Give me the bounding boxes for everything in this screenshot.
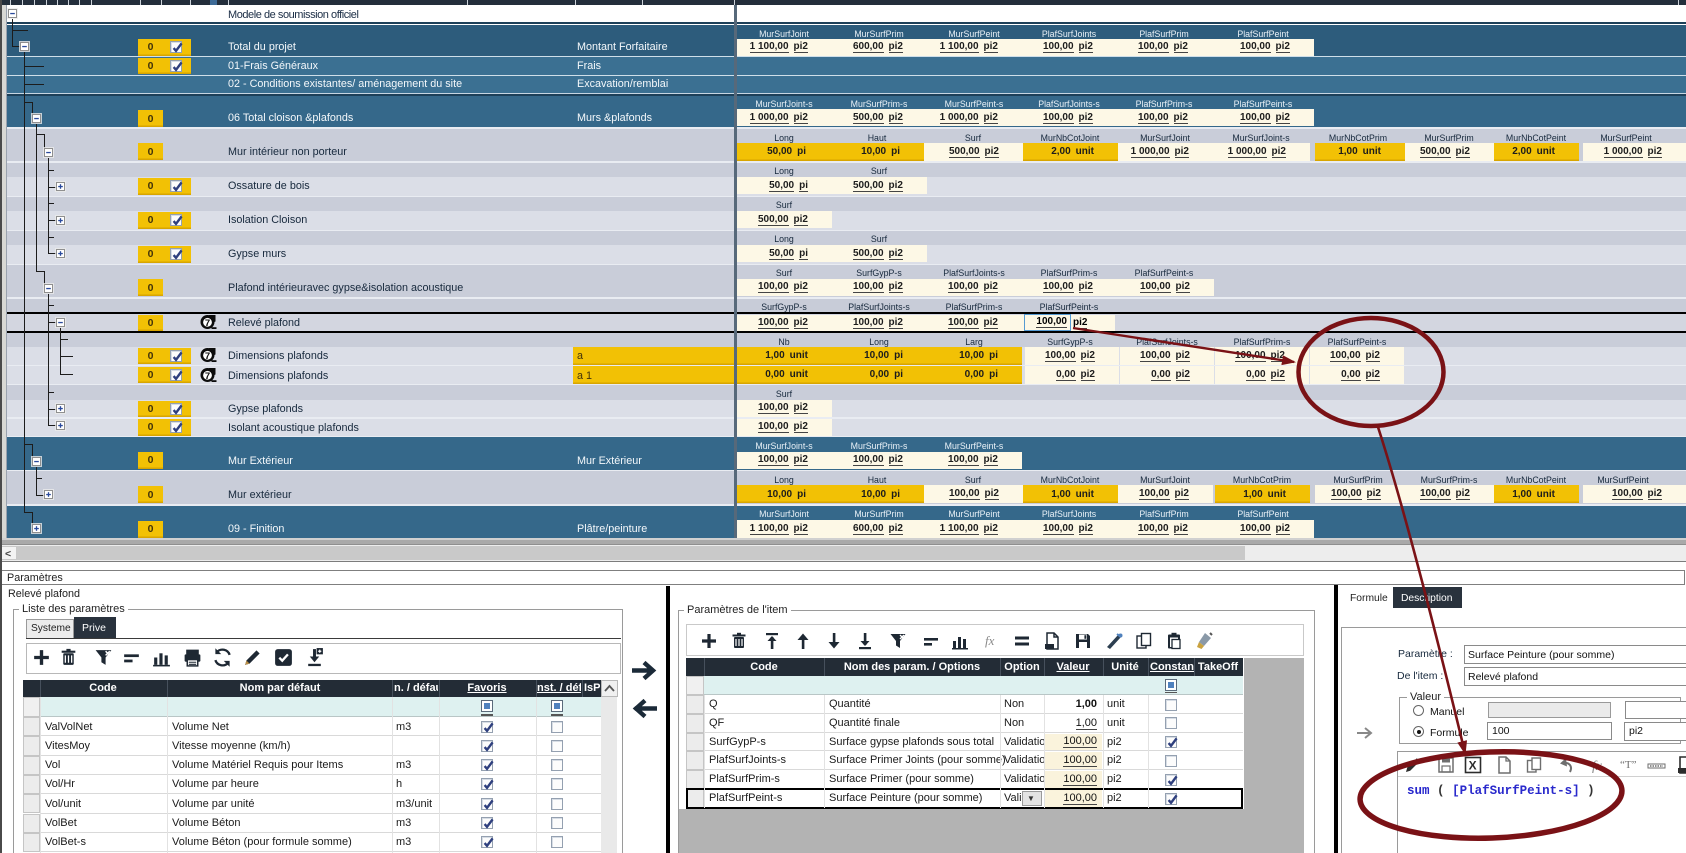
svg-text:X: X — [1469, 759, 1477, 773]
svg-text:fx: fx — [1592, 759, 1603, 774]
svg-text:7: 7 — [205, 371, 210, 382]
svg-text:7: 7 — [205, 318, 210, 329]
svg-text:7: 7 — [205, 351, 210, 362]
svg-text:“T”: “T” — [1620, 759, 1637, 771]
svg-text:fx: fx — [985, 633, 995, 648]
